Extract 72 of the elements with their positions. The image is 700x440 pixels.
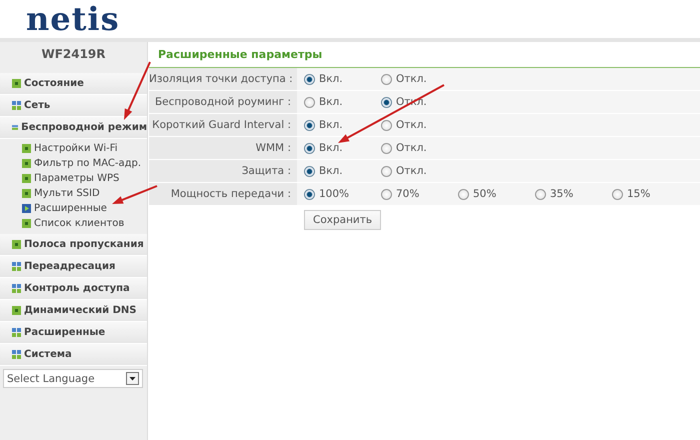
menu-item[interactable]: Полоса пропускания [0, 234, 147, 256]
radio-option[interactable]: Вкл. [304, 96, 381, 108]
radio-option[interactable]: Вкл. [304, 142, 381, 154]
menu-item[interactable]: Состояние [0, 73, 147, 95]
submenu-item[interactable]: Настройки Wi-Fi [0, 141, 147, 156]
radio-button[interactable] [381, 96, 392, 108]
square-icon [22, 144, 31, 153]
setting-label: Защита : [149, 160, 297, 182]
language-select[interactable]: Select Language [3, 369, 143, 388]
setting-label: Беспроводной роуминг : [149, 91, 297, 113]
radio-button[interactable] [381, 188, 392, 200]
radio-button[interactable] [535, 188, 546, 200]
radio-option[interactable]: 50% [458, 188, 535, 200]
radio-button[interactable] [304, 188, 315, 200]
radio-button[interactable] [304, 120, 315, 130]
radio-button[interactable] [381, 142, 392, 154]
radio-option[interactable]: 15% [612, 188, 689, 200]
radio-option[interactable]: Вкл. [304, 73, 381, 85]
setting-label: Короткий Guard Interval : [149, 114, 297, 136]
radio-option[interactable]: Откл. [381, 142, 458, 154]
radio-option[interactable]: Откл. [381, 165, 458, 177]
square-icon [22, 159, 31, 168]
grid-icon [12, 262, 21, 271]
radio-button[interactable] [458, 188, 469, 200]
submenu-item[interactable]: Расширенные [0, 201, 147, 216]
setting-label: WMM : [149, 137, 297, 159]
submenu-item[interactable]: Параметры WPS [0, 171, 147, 186]
grid-icon [12, 284, 21, 293]
logo: netis [26, 0, 120, 38]
menu-item[interactable]: Сеть [0, 95, 147, 117]
radio-button[interactable] [381, 166, 392, 176]
setting-label: Мощность передачи : [149, 183, 297, 205]
radio-button[interactable] [304, 142, 315, 154]
submenu-item[interactable]: Мульти SSID [0, 186, 147, 201]
radio-option[interactable]: 100% [304, 188, 381, 200]
radio-button[interactable] [304, 166, 315, 176]
radio-option[interactable]: Вкл. [304, 119, 381, 131]
annotation-arrow [112, 185, 158, 204]
submenu-item[interactable]: Фильтр по MAC-адр. [0, 156, 147, 171]
menu-item[interactable]: Контроль доступа [0, 278, 147, 300]
radio-button[interactable] [304, 74, 315, 84]
annotation-arrow [124, 62, 151, 120]
square-icon [22, 189, 31, 198]
save-button[interactable]: Сохранить [304, 210, 382, 230]
grid-icon [12, 328, 21, 337]
square-icon [22, 174, 31, 183]
radio-option[interactable]: Вкл. [304, 165, 381, 177]
setting-label: Изоляция точки доступа : [149, 68, 297, 90]
submenu-item[interactable]: Список клиентов [0, 216, 147, 231]
list-icon [12, 123, 18, 132]
menu-item[interactable]: Переадресация [0, 256, 147, 278]
square-icon [12, 306, 21, 315]
radio-button[interactable] [381, 74, 392, 84]
radio-button[interactable] [381, 120, 392, 130]
radio-option[interactable]: 70% [381, 188, 458, 200]
menu-item[interactable]: Беспроводной режим [0, 117, 147, 139]
square-icon [12, 79, 21, 88]
radio-option[interactable]: Откл. [381, 119, 458, 131]
grid-icon [12, 350, 21, 359]
dropdown-icon [126, 372, 139, 385]
device-model: WF2419R [40, 46, 107, 63]
menu-item[interactable]: Динамический DNS [0, 300, 147, 322]
radio-option[interactable]: 35% [535, 188, 612, 200]
menu-item[interactable]: Система [0, 344, 147, 366]
play-icon [22, 204, 31, 213]
square-icon [22, 219, 31, 228]
radio-button[interactable] [612, 188, 623, 200]
radio-option[interactable]: Откл. [381, 73, 458, 85]
grid-icon [12, 101, 21, 110]
radio-button[interactable] [304, 96, 315, 108]
menu-item[interactable]: Расширенные [0, 322, 147, 344]
square-icon [12, 240, 21, 249]
